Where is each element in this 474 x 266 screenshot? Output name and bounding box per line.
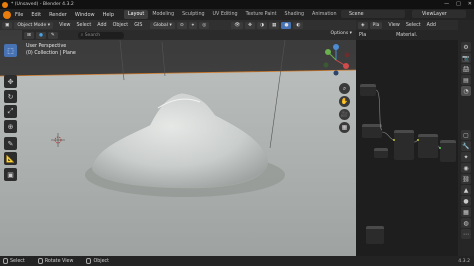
output-properties-icon[interactable]: 🖨 (461, 64, 471, 74)
particles-properties-icon[interactable]: ✦ (461, 152, 471, 162)
physics-properties-icon[interactable]: ◉ (461, 163, 471, 173)
menu-edit[interactable]: Edit (31, 12, 41, 18)
title-bar: * (Unsaved) - Blender 4.3.2 — □ ✕ (0, 0, 474, 9)
scene-selector[interactable]: Scene (341, 10, 405, 18)
search-placeholder: Search (84, 32, 101, 38)
viewport-toolbar: ⬚ ✥ ↻ ⤢ ⊕ ✎ 📐 ▣ (0, 30, 22, 256)
scale-tool-icon[interactable]: ⤢ (4, 105, 17, 118)
search-field[interactable]: ⌕ Search (77, 31, 124, 39)
render-properties-icon[interactable]: 📷 (461, 53, 471, 63)
maximize-icon[interactable]: □ (456, 1, 461, 7)
tab-layout[interactable]: Layout (124, 10, 149, 19)
material-properties-icon[interactable]: ● (461, 196, 471, 206)
extra-properties-icon[interactable]: ⋯ (461, 229, 471, 239)
status-object: Object (83, 258, 109, 264)
navigation-gizmo[interactable] (320, 43, 352, 79)
tab-modeling[interactable]: Modeling (148, 10, 178, 19)
view-layer-label: ViewLayer (422, 11, 447, 17)
node-editor-panel: ◈ Pla View Select Add Pla Material. ⚙ 📷 … (356, 20, 474, 256)
data-properties-icon[interactable]: ▲ (461, 185, 471, 195)
tab-sculpting[interactable]: Sculpting (178, 10, 208, 19)
mouse-right-icon (86, 258, 92, 264)
mouse-middle-icon (37, 258, 43, 264)
view-layer-selector[interactable]: ViewLayer (412, 10, 466, 18)
zoom-icon[interactable]: ⌕ (339, 83, 350, 94)
object-mode-dropdown[interactable]: Object Mode ▾ (14, 21, 54, 29)
mouse-left-icon (3, 258, 8, 264)
options-dropdown[interactable]: Options ▾ (330, 31, 352, 36)
status-rotate: Rotate View (35, 258, 73, 264)
texture-properties-icon[interactable]: ▦ (461, 207, 471, 217)
gizmo-toggle-icon[interactable]: ✥ (245, 21, 255, 29)
measure-tool-icon[interactable]: 📐 (4, 152, 17, 165)
viewport-header: ▣ Object Mode ▾ View Select Add Object G… (0, 20, 356, 30)
close-icon[interactable]: ✕ (468, 1, 472, 7)
tab-texture-paint[interactable]: Texture Paint (242, 10, 281, 19)
transform-tool-icon[interactable]: ⊕ (4, 120, 17, 133)
object-properties-icon[interactable]: ▢ (461, 130, 471, 140)
menu-help[interactable]: Help (103, 12, 114, 18)
tab-shading[interactable]: Shading (281, 10, 309, 19)
status-select: Select (0, 258, 25, 264)
view-name-label: User Perspective (26, 44, 67, 49)
3d-viewport[interactable] (0, 30, 356, 256)
properties-tabs: ⚙ 📷 🖨 ▤ ◔ ▢ 🔧 ✦ ◉ ⛓ ▲ ● ▦ ◍ ⋯ (458, 20, 474, 256)
xray-icon[interactable]: ▦ (269, 21, 280, 29)
shading-material-icon[interactable]: ◐ (293, 21, 304, 29)
tab-animation[interactable]: Animation (308, 10, 340, 19)
menu-file[interactable]: File (15, 12, 23, 18)
tool-settings-icon[interactable]: ⊞ (24, 31, 34, 39)
view-layer-properties-icon[interactable]: ▤ (461, 75, 471, 85)
status-bar: Select Rotate View Object 4.3.2 (0, 256, 474, 266)
viewport-menu-object[interactable]: Object (113, 23, 129, 28)
menu-render[interactable]: Render (49, 12, 67, 18)
scene-properties-icon[interactable]: ◔ (461, 86, 471, 96)
window-title: * (Unsaved) - Blender 4.3.2 (11, 2, 74, 7)
rotate-tool-icon[interactable]: ↻ (4, 90, 17, 103)
gis-menu[interactable]: GIS (134, 23, 142, 28)
brush-icon[interactable]: ✎ (47, 31, 58, 39)
scene-label: Scene (349, 11, 364, 17)
editor-type-button[interactable]: ▣ (2, 21, 13, 29)
overlay-toggle-icon[interactable]: ◑ (256, 21, 267, 29)
camera-view-icon[interactable]: 🎥 (339, 109, 350, 120)
visibility-icon[interactable]: 👁 (231, 21, 244, 29)
workspace-tabs: Layout Modeling Sculpting UV Editing Tex… (124, 10, 364, 19)
proportional-edit-icon[interactable]: ◎ (199, 21, 210, 29)
grid-view-icon[interactable]: ▦ (339, 122, 350, 133)
collection-label: (0) Collection | Plane (26, 51, 76, 56)
node-links (375, 89, 441, 149)
viewport-menu-view[interactable]: View (59, 23, 70, 28)
menu-window[interactable]: Window (75, 12, 95, 18)
move-tool-icon[interactable]: ✥ (4, 75, 17, 88)
constraints-properties-icon[interactable]: ⛓ (461, 174, 471, 184)
object-mode-label: Object Mode (17, 22, 47, 28)
tab-uv-editing[interactable]: UV Editing (209, 10, 242, 19)
window-controls: — □ ✕ (444, 1, 472, 7)
tool-properties-icon[interactable]: ⚙ (461, 42, 471, 52)
viewport-tool-header: ⊞ ● ✎ ⌕ Search Options ▾ (22, 30, 356, 40)
viewport-menu-select[interactable]: Select (76, 23, 91, 28)
snap-icon[interactable]: ⌖ (188, 21, 198, 29)
world-properties-icon[interactable]: ◍ (461, 218, 471, 228)
pan-hand-icon[interactable]: ✋ (339, 96, 350, 107)
select-tool-icon[interactable]: ⬚ (4, 44, 17, 57)
blender-logo-icon (2, 1, 8, 8)
minimize-icon[interactable]: — (444, 1, 449, 7)
shading-solid-icon[interactable]: ● (281, 21, 292, 29)
viewport-canvas (0, 30, 356, 256)
modifier-properties-icon[interactable]: 🔧 (461, 141, 471, 151)
color-icon[interactable]: ● (35, 31, 46, 39)
top-menu-bar: File Edit Render Window Help Layout Mode… (0, 9, 474, 20)
orientation-label: Global (153, 22, 169, 28)
pivot-icon[interactable]: ⊙ (176, 21, 187, 29)
blender-menu-icon[interactable] (3, 10, 11, 19)
transform-orientation-dropdown[interactable]: Global ▾ (150, 21, 175, 29)
annotate-tool-icon[interactable]: ✎ (4, 137, 17, 150)
version-label: 4.3.2 (458, 258, 470, 264)
add-cube-tool-icon[interactable]: ▣ (4, 168, 17, 181)
viewport-menu-add[interactable]: Add (97, 23, 106, 28)
